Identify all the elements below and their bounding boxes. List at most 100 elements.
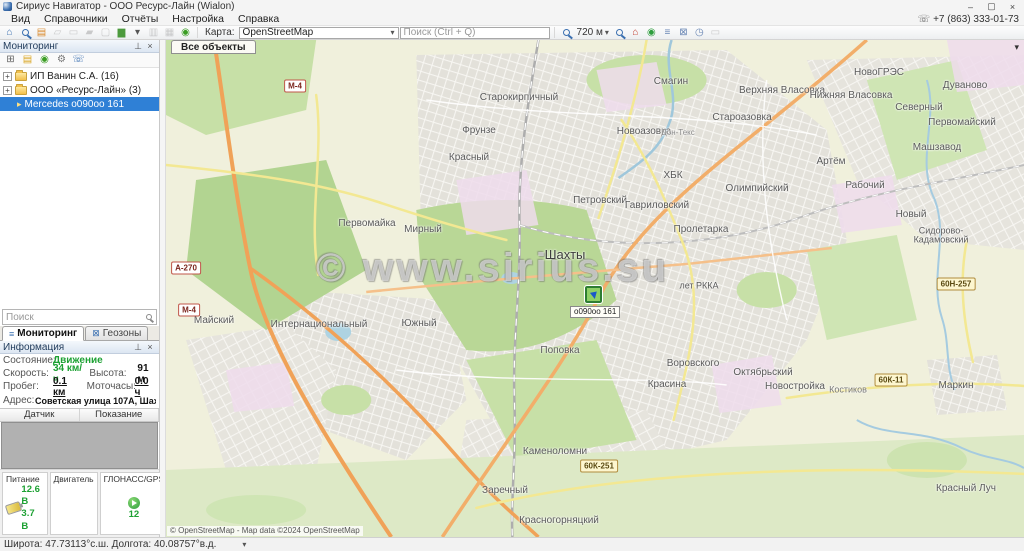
menu-item[interactable]: Справка	[231, 13, 286, 26]
monitor-icon[interactable]: ▥	[146, 26, 161, 39]
vehicle-marker-label[interactable]: o090oo 161	[570, 306, 620, 318]
show-on-map-icon[interactable]: ◉	[37, 54, 52, 67]
extra-icon[interactable]: ▭	[708, 26, 723, 39]
icon-glyph: ⊠	[679, 28, 687, 38]
zoom-out-icon[interactable]	[559, 26, 574, 39]
icon-glyph: ▰	[86, 28, 94, 38]
geofence-icon[interactable]: ▰	[82, 26, 97, 39]
selection-icon[interactable]: ⊠	[676, 26, 691, 39]
maximize-button[interactable]: ▢	[983, 1, 1000, 12]
map-label: Маркин	[938, 381, 973, 392]
catalog-icon[interactable]: ▤	[20, 54, 35, 67]
tree-unit[interactable]: + ▸ Mercedes o090oo 161	[0, 97, 159, 111]
value-col-header[interactable]: Показание	[80, 409, 160, 421]
map-label: Дуваново	[943, 81, 988, 92]
map-label: Дон-Текс	[661, 129, 695, 137]
close-button[interactable]: ×	[1004, 1, 1021, 12]
route-icon[interactable]: ▢	[98, 26, 113, 39]
home-icon[interactable]: ⌂	[2, 26, 17, 39]
folder-icon	[15, 86, 27, 95]
tree-item-label: ООО «Ресурс-Лайн» (3)	[30, 85, 141, 96]
search-icon[interactable]	[18, 26, 33, 39]
satellite-icon	[128, 497, 140, 509]
close-icon[interactable]: ×	[144, 342, 156, 352]
tree-group[interactable]: + ▸ ООО «Ресурс-Лайн» (3)	[0, 83, 159, 97]
status-bar: Широта: 47.73113°с.ш. Долгота: 40.08757°…	[0, 537, 1024, 551]
chevron-down-icon[interactable]: ▾	[242, 540, 246, 549]
icon-glyph: ⚙	[57, 55, 66, 65]
vehicle-marker[interactable]: ▼	[585, 286, 602, 303]
map-label: Новый	[896, 210, 927, 221]
map-provider-label: Карта:	[202, 27, 238, 38]
main-area: Мониторинг ⊥ × ⊞▤ ◉ ⚙ ☏ + ▸ ИП Ванин С.А. (…	[0, 40, 1024, 537]
menu-item[interactable]: Справочники	[37, 13, 115, 26]
icon-glyph: ▤	[37, 28, 46, 38]
icon-glyph: ▆	[118, 28, 126, 38]
menu-item[interactable]: Настройка	[165, 13, 231, 26]
toolbar-separator	[197, 27, 198, 38]
map-tab-all-objects[interactable]: Все объекты	[171, 40, 256, 54]
unit-tree: + ▸ ИП Ванин С.А. (16) + ▸ ООО «Ресурс-Л…	[0, 68, 159, 264]
road-shield: М-4	[284, 80, 306, 93]
vehicle-arrow-icon: ▸	[17, 99, 22, 110]
panel-tabs: ≡ Мониторинг ⊠ Геозоны	[0, 326, 159, 341]
close-icon[interactable]: ×	[144, 41, 156, 51]
map-label: Северный	[895, 103, 942, 114]
map-attribution: © OpenStreetMap - Map data ©2024 OpenStr…	[167, 526, 363, 536]
vehicle-caret-icon[interactable]: ▾	[130, 26, 145, 39]
expand-icon[interactable]: +	[3, 86, 12, 95]
reports-icon[interactable]: ▤	[34, 26, 49, 39]
engine-panel: Двигатель	[50, 472, 98, 535]
panel-title: Мониторинг	[3, 41, 58, 52]
info-panel-header: Информация ⊥ ×	[0, 341, 159, 354]
monitoring-panel: Мониторинг ⊥ × ⊞▤ ◉ ⚙ ☏ + ▸ ИП Ванин С.А. (…	[0, 40, 160, 537]
track-icon[interactable]: ▱	[50, 26, 65, 39]
map-label: Майский	[194, 316, 234, 327]
map-label: Пролетарка	[674, 225, 729, 236]
globe-icon[interactable]: ◉	[178, 26, 193, 39]
global-search-input[interactable]	[400, 27, 550, 39]
menu-bar: ВидСправочникиОтчётыНастройкаСправка	[0, 13, 1024, 26]
map-label: Гавриловский	[625, 201, 689, 212]
center-map-icon[interactable]: ⌂	[628, 26, 643, 39]
window-title: Сириус Навигатор - ООО Ресурс-Лайн (Wial…	[16, 1, 958, 12]
icon-glyph: ◉	[40, 55, 49, 65]
map-tab-list-icon[interactable]: ▾	[1014, 42, 1019, 53]
sensor-table-header: Датчик Показание	[0, 408, 159, 422]
search-icon[interactable]	[142, 314, 156, 320]
tab-monitoring[interactable]: ≡ Мониторинг	[2, 326, 84, 341]
menu-item[interactable]: Отчёты	[115, 13, 166, 26]
traffic-icon[interactable]: ◉	[644, 26, 659, 39]
menu-item[interactable]: Вид	[4, 13, 37, 26]
pin-icon[interactable]: ⊥	[132, 342, 144, 353]
tab-geofences[interactable]: ⊠ Геозоны	[85, 326, 148, 340]
support-phone: ☏ +7 (863) 333-01-73	[918, 14, 1022, 25]
minimize-button[interactable]: –	[962, 1, 979, 12]
chart-icon[interactable]: ▦	[162, 26, 177, 39]
road-shield: 60Н-257	[937, 278, 976, 291]
sensor-col-header[interactable]: Датчик	[0, 409, 80, 421]
expand-icon[interactable]: +	[3, 72, 12, 81]
toolbar-separator	[554, 27, 555, 38]
expand-all-icon[interactable]: ⊞	[3, 54, 18, 67]
vehicle-icon[interactable]: ▆	[114, 26, 129, 39]
tree-search-input[interactable]	[3, 312, 142, 323]
tab-icon: ⊠	[92, 328, 100, 339]
tab-label: Геозоны	[103, 328, 142, 339]
map-scale-select[interactable]: 720 м ▾	[575, 27, 611, 38]
map-canvas[interactable]: Все объекты ▾ СтарокирпичныйФрунзеКрасны…	[166, 40, 1024, 537]
map-label: Октябрьский	[733, 368, 792, 379]
legend-icon[interactable]: ≡	[660, 26, 675, 39]
main-toolbar: ⌂▤▱▭▰▢▆▾▥▦◉ Карта: OpenStreetMap ▾ 720 м…	[0, 26, 1024, 40]
history-icon[interactable]: ◷	[692, 26, 707, 39]
tab-icon: ≡	[9, 329, 14, 339]
settings-icon[interactable]: ⚙	[54, 54, 69, 67]
map-provider-select[interactable]: OpenStreetMap ▾	[239, 27, 399, 39]
pin-icon[interactable]: ⊥	[132, 41, 144, 52]
vehicle-heading-icon: ▼	[586, 287, 600, 301]
follow-icon[interactable]: ☏	[71, 54, 86, 67]
messages-icon[interactable]: ▭	[66, 26, 81, 39]
tree-group[interactable]: + ▸ ИП Ванин С.А. (16)	[0, 69, 159, 83]
board-voltage: 12.6 В	[21, 484, 43, 509]
zoom-in-icon[interactable]	[612, 26, 627, 39]
